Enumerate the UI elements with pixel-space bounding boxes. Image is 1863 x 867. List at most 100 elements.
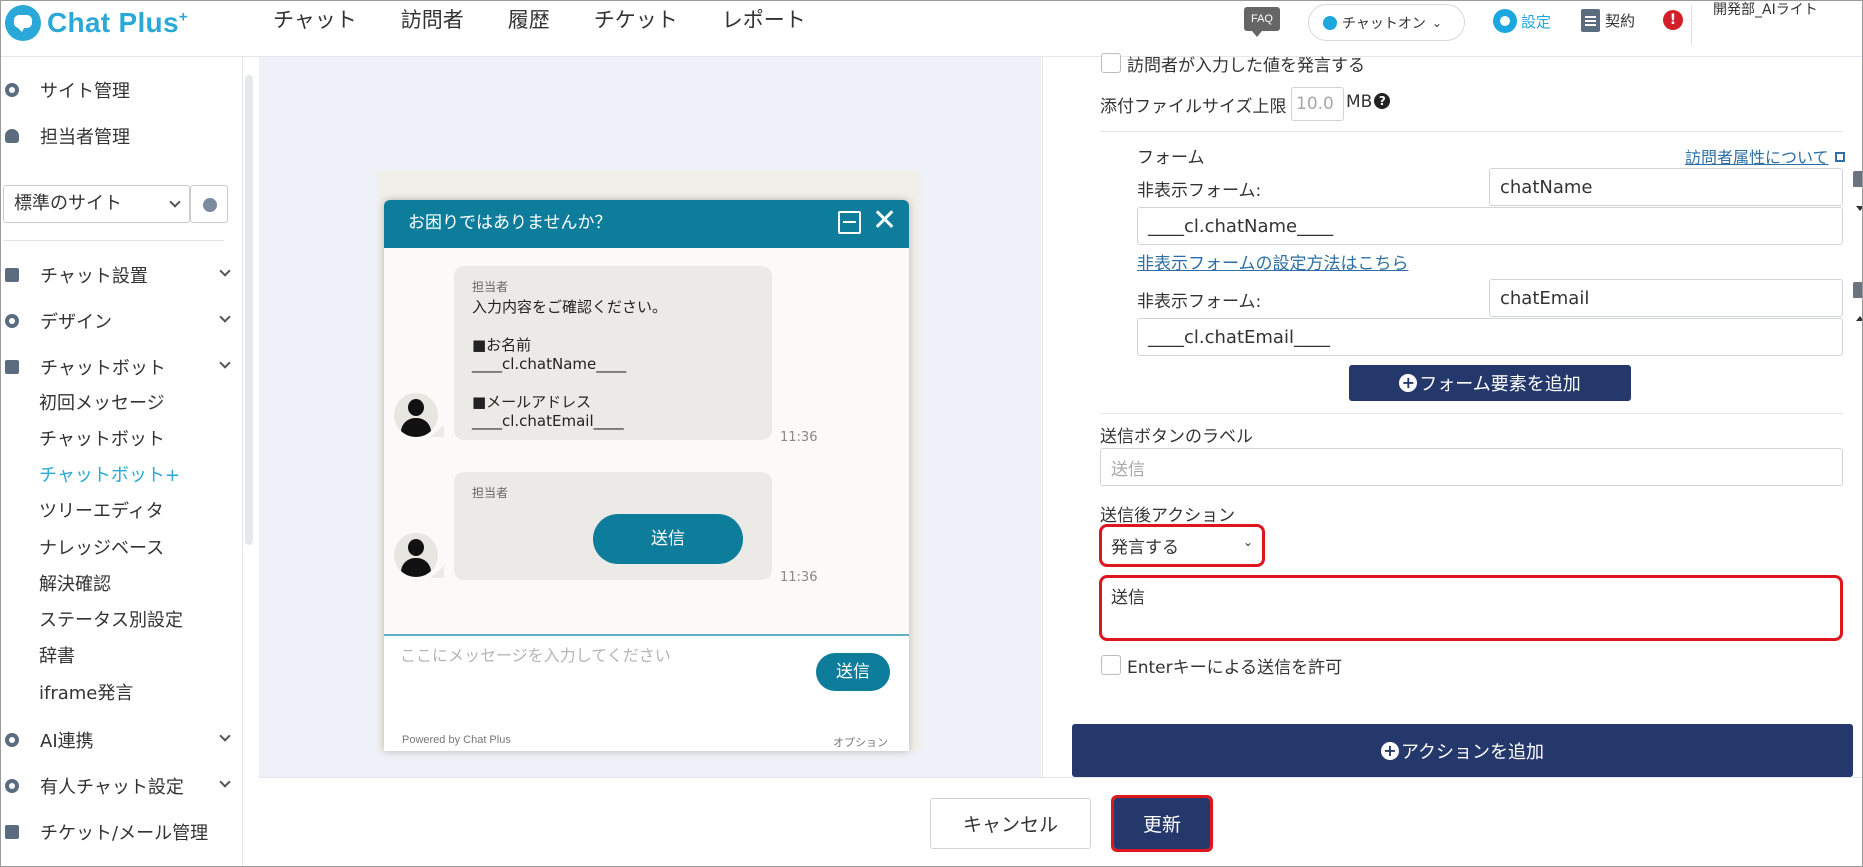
plus-icon: +	[1380, 741, 1399, 760]
visitor-attr-link[interactable]: 訪問者属性について	[1685, 144, 1845, 168]
message-input[interactable]: ここにメッセージを入力してください	[400, 642, 671, 666]
update-button[interactable]: 更新	[1111, 795, 1213, 852]
site-select[interactable]: 標準のサイト	[3, 185, 190, 223]
sidebar-subitem-status-settings[interactable]: ステータス別設定	[39, 606, 183, 632]
sidebar-item-label: チケット/メール管理	[40, 823, 209, 844]
hidden-form-name-input[interactable]: chatEmail	[1489, 279, 1843, 317]
minimize-icon[interactable]	[838, 211, 861, 234]
message-line: ____cl.chatName____	[472, 355, 627, 373]
settings-label: 設定	[1521, 12, 1552, 31]
person-icon	[5, 129, 19, 143]
send-button-label-input[interactable]: 送信	[1100, 448, 1843, 486]
sidebar-divider	[3, 240, 224, 241]
sidebar-item-ticket-mail[interactable]: チケット/メール管理	[1, 819, 233, 845]
sidebar-item-design[interactable]: デザイン	[1, 308, 233, 334]
sidebar-subitem-dictionary[interactable]: 辞書	[39, 642, 75, 668]
palette-icon	[5, 314, 19, 328]
widget-input-area: ここにメッセージを入力してください 送信 Powered by Chat Plu…	[384, 634, 909, 751]
after-send-action-select[interactable]: 発言する ⌄	[1105, 529, 1259, 562]
site-settings-button[interactable]	[190, 185, 228, 223]
chat-icon	[5, 360, 19, 374]
hidden-form-name-input[interactable]: chatName	[1489, 168, 1843, 206]
hidden-form-label: 非表示フォーム:	[1137, 181, 1262, 201]
hidden-form-label: 非表示フォーム:	[1137, 292, 1262, 312]
sidebar-item-site-management[interactable]: サイト管理	[1, 77, 233, 103]
sidebar-item-chat-setup[interactable]: チャット設置	[1, 262, 233, 288]
sidebar-item-staff-management[interactable]: 担当者管理	[1, 123, 233, 149]
nav-history[interactable]: 履歴	[508, 5, 550, 35]
chevron-down-icon: ⌄	[1242, 535, 1253, 549]
sidebar-subitem-first-message[interactable]: 初回メッセージ	[39, 389, 165, 415]
document-icon	[1581, 9, 1600, 32]
widget-header: お困りではありませんか？ ✕	[384, 200, 909, 248]
user-menu[interactable]: 開発部_AIライト	[1713, 1, 1862, 20]
headset-icon	[5, 779, 19, 793]
cancel-button[interactable]: キャンセル	[930, 798, 1091, 849]
attach-size-unit-text: MB	[1346, 92, 1373, 112]
sidebar-item-label: サイト管理	[40, 81, 130, 102]
status-online-icon	[1323, 15, 1337, 30]
speak-visitor-input-checkbox[interactable]	[1101, 53, 1121, 73]
chat-status-dropdown[interactable]: チャットオン ⌄	[1308, 4, 1465, 41]
help-icon[interactable]: ?	[1374, 93, 1391, 109]
sidebar-scrollbar[interactable]	[245, 75, 253, 545]
sidebar-item-ai[interactable]: AI連携	[1, 727, 233, 753]
send-button-label-title: 送信ボタンのラベル	[1100, 427, 1253, 447]
widget-send-button[interactable]: 送信	[816, 653, 890, 691]
add-action-button[interactable]: + アクションを追加	[1072, 724, 1853, 777]
divider	[1100, 131, 1843, 132]
move-down-icon[interactable]	[1856, 206, 1862, 211]
move-up-icon[interactable]	[1856, 316, 1862, 321]
sidebar-item-label: 担当者管理	[40, 127, 130, 148]
sidebar-subitem-iframe[interactable]: iframe発言	[39, 679, 133, 705]
nav-reports[interactable]: レポート	[722, 5, 806, 35]
message-time: 11:36	[780, 570, 818, 585]
trash-icon[interactable]	[1853, 282, 1862, 298]
sidebar-item-label: 有人チャット設定	[40, 777, 184, 798]
after-send-text-area[interactable]: 送信	[1105, 579, 1837, 635]
message-line	[472, 374, 754, 393]
sidebar-subitem-chatbot-plus[interactable]: チャットボット+	[39, 461, 180, 487]
faq-icon[interactable]: FAQ	[1244, 7, 1280, 37]
site-select-value: 標準のサイト	[14, 193, 122, 214]
chat-widget-preview: お困りではありませんか？ ✕ 担当者 入力内容をご確認ください。 ■お名前 __…	[384, 200, 909, 751]
enter-key-checkbox[interactable]	[1101, 655, 1121, 675]
message-bubble: 担当者 入力内容をご確認ください。 ■お名前 ____cl.chatName__…	[454, 266, 772, 440]
hidden-form-help-link[interactable]: 非表示フォームの設定方法はこちら	[1137, 249, 1409, 274]
visitor-attr-link-text: 訪問者属性について	[1685, 148, 1829, 167]
sidebar-subitem-resolution-check[interactable]: 解決確認	[39, 570, 111, 596]
gear-icon	[5, 83, 19, 97]
alert-icon[interactable]: !	[1663, 10, 1683, 30]
hidden-form-value-input[interactable]: ____cl.chatEmail____	[1137, 318, 1843, 356]
sidebar-subitem-chatbot[interactable]: チャットボット	[39, 425, 165, 451]
attach-size-input[interactable]: 10.0	[1291, 87, 1344, 121]
close-icon[interactable]: ✕	[872, 206, 897, 236]
option-link[interactable]: オプション	[833, 734, 888, 750]
enter-key-label: Enterキーによる送信を許可	[1127, 658, 1343, 678]
sidebar-item-chatbot[interactable]: チャットボット	[1, 354, 233, 380]
chatplus-logo[interactable]: Chat Plus+	[5, 5, 188, 41]
contract-link[interactable]: 契約	[1581, 9, 1635, 32]
add-action-label: アクションを追加	[1400, 741, 1545, 763]
attach-size-label: 添付ファイルサイズ上限	[1100, 97, 1287, 117]
sidebar-item-label: デザイン	[40, 312, 112, 333]
nav-visitors[interactable]: 訪問者	[401, 5, 464, 35]
plus-icon: +	[1399, 374, 1418, 392]
settings-link[interactable]: 設定	[1493, 9, 1551, 33]
hidden-form-value-input[interactable]: ____cl.chatName____	[1137, 207, 1843, 245]
sidebar-item-live-chat[interactable]: 有人チャット設定	[1, 773, 233, 799]
message-line: ____cl.chatEmail____	[472, 412, 624, 430]
nav-chat[interactable]: チャット	[273, 5, 357, 35]
trash-icon[interactable]	[1853, 171, 1862, 187]
select-value: 発言する	[1111, 538, 1179, 558]
chat-bubble-icon	[5, 5, 41, 41]
chevron-down-icon: ⌄	[1431, 15, 1442, 30]
bubble-send-button[interactable]: 送信	[593, 514, 743, 564]
add-form-element-button[interactable]: + フォーム要素を追加	[1349, 365, 1631, 401]
sidebar-subitem-knowledge-base[interactable]: ナレッジベース	[39, 534, 164, 560]
chevron-down-icon	[219, 357, 231, 369]
sidebar-item-label: AI連携	[40, 731, 94, 752]
sidebar-subitem-tree-editor[interactable]: ツリーエディタ	[39, 497, 164, 523]
nav-tickets[interactable]: チケット	[594, 5, 678, 35]
chevron-down-icon	[219, 730, 231, 742]
